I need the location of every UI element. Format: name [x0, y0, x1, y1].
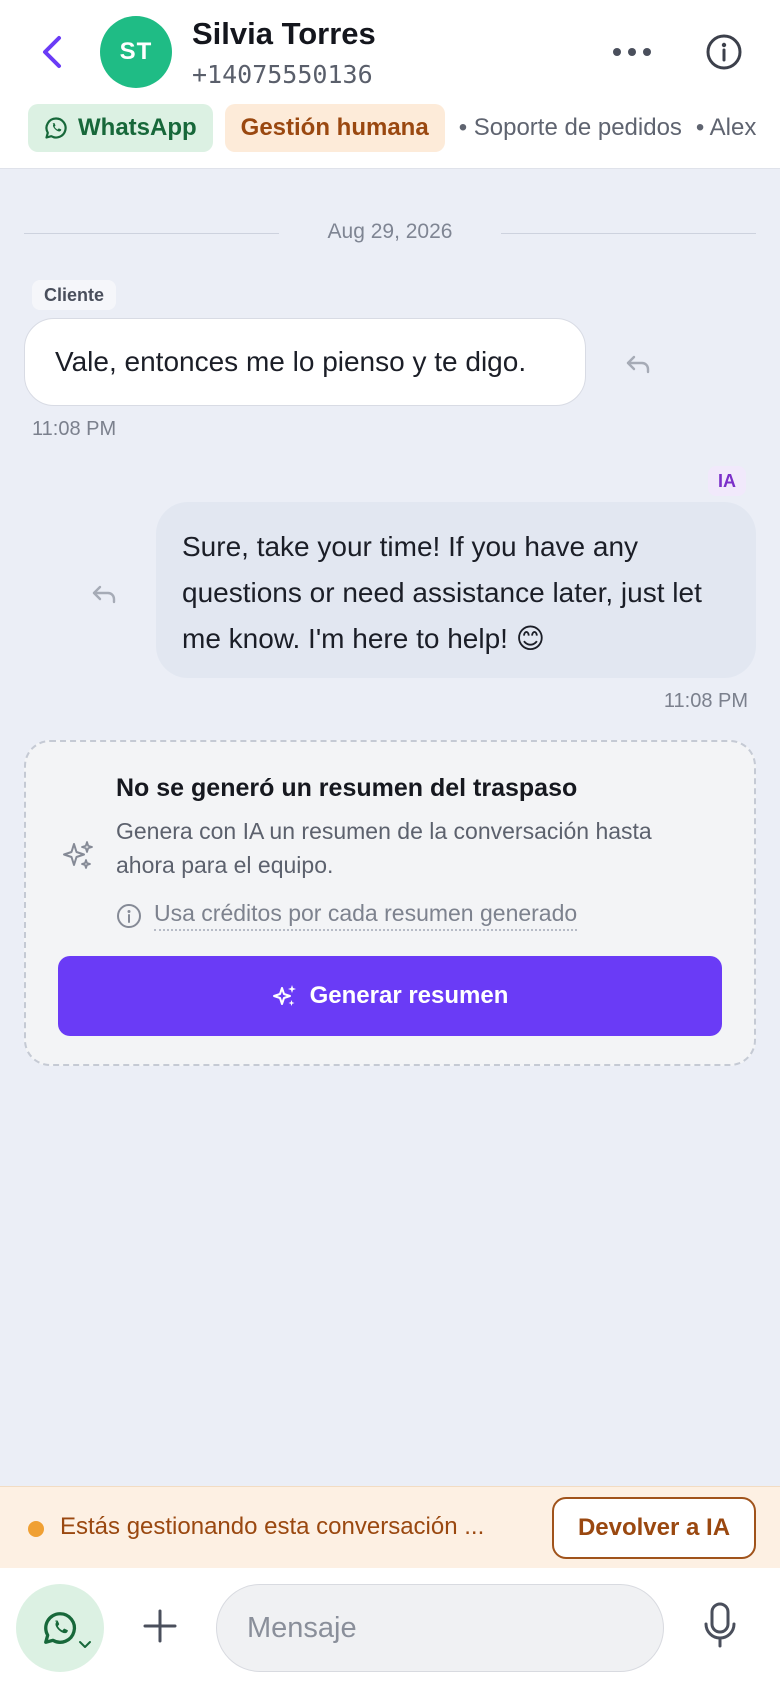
- date-label: Aug 29, 2026: [327, 220, 453, 243]
- message-composer: [0, 1568, 780, 1688]
- contact-phone: +14075550136: [192, 60, 373, 89]
- status-dot: [28, 1521, 44, 1537]
- reply-icon: [92, 585, 116, 604]
- contact-name: Silvia Torres: [192, 16, 376, 51]
- chat-header: ST Silvia Torres +14075550136 WhatsApp G…: [0, 0, 780, 169]
- summary-description: Genera con IA un resumen de la conversac…: [116, 818, 652, 878]
- status-chip: Gestión humana: [224, 104, 445, 152]
- avatar[interactable]: ST: [100, 16, 172, 88]
- chevron-left-icon: [43, 36, 61, 68]
- more-horizontal-icon: [613, 48, 651, 56]
- message-time: 11:08 PM: [32, 418, 117, 440]
- reply-button[interactable]: [88, 578, 120, 610]
- whatsapp-icon: [45, 117, 67, 139]
- plus-icon: [143, 1609, 177, 1643]
- message-input[interactable]: [216, 1584, 664, 1672]
- reply-button[interactable]: [622, 348, 654, 380]
- whatsapp-icon: [44, 1612, 77, 1644]
- conversation-tags: WhatsApp Gestión humana • Soporte de ped…: [28, 104, 756, 152]
- message-bubble-incoming[interactable]: Vale, entonces me lo pienso y te digo.: [24, 318, 586, 406]
- return-to-ai-button[interactable]: Devolver a IA: [552, 1497, 756, 1559]
- sender-tag-ai: IA: [708, 466, 746, 496]
- generate-summary-label: Generar resumen: [309, 982, 509, 1009]
- summary-title: No se generó un resumen del traspaso: [116, 774, 578, 802]
- more-options-button[interactable]: [608, 30, 656, 74]
- message-time: 11:08 PM: [663, 690, 748, 712]
- channel-selector-button[interactable]: [16, 1584, 104, 1672]
- message-bubble-outgoing[interactable]: Sure, take your time! If you have any qu…: [156, 502, 756, 678]
- reply-icon: [626, 355, 650, 374]
- credits-note-text: Usa créditos por cada resumen generado: [154, 900, 578, 931]
- microphone-icon: [704, 1602, 736, 1648]
- sender-tag-client: Cliente: [32, 280, 117, 310]
- sparkles-icon: [63, 841, 93, 869]
- queue-label: • Soporte de pedidos: [458, 114, 682, 141]
- credits-note[interactable]: Usa créditos por cada resumen generado: [116, 900, 578, 931]
- handling-status-text: Estás gestionando esta conversación ...: [60, 1513, 485, 1540]
- chevron-down-icon: [79, 1641, 91, 1648]
- info-icon: [117, 903, 141, 928]
- human-handling-banner: Estás gestionando esta conversación ... …: [0, 1486, 780, 1568]
- divider: [501, 233, 756, 234]
- attach-button[interactable]: [138, 1604, 182, 1648]
- date-separator: Aug 29, 2026: [24, 218, 756, 248]
- voice-message-button[interactable]: [700, 1598, 740, 1654]
- generate-summary-button[interactable]: Generar resumen: [58, 956, 722, 1036]
- agent-label: • Alex: [695, 114, 757, 141]
- back-button[interactable]: [32, 30, 72, 74]
- info-icon: [706, 34, 742, 70]
- channel-chip: WhatsApp: [28, 104, 213, 152]
- channel-chip-label: WhatsApp: [78, 114, 197, 141]
- contact-info-button[interactable]: [700, 30, 748, 74]
- handoff-summary-card: No se generó un resumen del traspaso Gen…: [24, 740, 756, 1066]
- sparkles-icon: [272, 985, 296, 1006]
